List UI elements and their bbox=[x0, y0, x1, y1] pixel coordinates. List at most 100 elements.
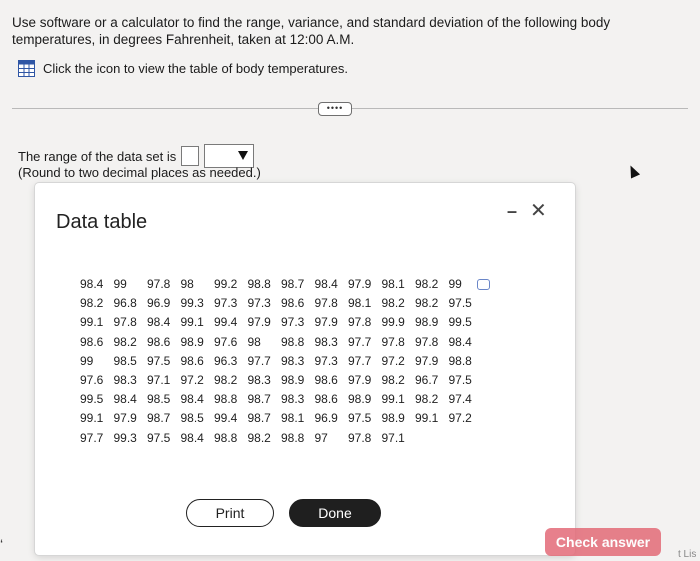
table-cell: 98.6 bbox=[314, 392, 338, 407]
data-table-prompt: Click the icon to view the table of body… bbox=[18, 60, 348, 77]
expand-button[interactable]: •••• bbox=[318, 102, 352, 116]
table-cell: 98.5 bbox=[180, 411, 204, 426]
table-cell: 98.4 bbox=[448, 334, 472, 349]
table-cell: 97.6 bbox=[214, 334, 238, 349]
table-cell: 98.4 bbox=[80, 277, 104, 291]
table-cell: 99.2 bbox=[214, 277, 238, 291]
question-text: Use software or a calculator to find the… bbox=[12, 15, 611, 47]
table-cell: 97.7 bbox=[80, 430, 104, 445]
table-cell: 97.8 bbox=[415, 334, 439, 349]
table-cell: 97.7 bbox=[247, 353, 271, 368]
table-cell: 96.7 bbox=[415, 373, 439, 388]
table-cell: 98.2 bbox=[415, 296, 439, 311]
table-cell: 99.4 bbox=[214, 411, 238, 426]
table-cell: 98.9 bbox=[281, 373, 305, 388]
table-cell: 97.1 bbox=[381, 430, 405, 445]
table-cell: 98 bbox=[180, 277, 194, 291]
table-cell: 98.2 bbox=[247, 430, 271, 445]
table-cell: 97.8 bbox=[348, 315, 372, 330]
table-cell: 98.2 bbox=[381, 373, 405, 388]
table-cell: 99.3 bbox=[113, 430, 137, 445]
table-cell: 97.8 bbox=[314, 296, 338, 311]
table-cell: 97.9 bbox=[247, 315, 271, 330]
table-cell: 97.3 bbox=[281, 315, 305, 330]
table-row: 99.1 97.8 98.4 99.1 99.4 97.9 97.3 97.9 97.8 99.9… bbox=[80, 313, 482, 332]
table-cell: 98.8 bbox=[281, 430, 305, 445]
edge-glyph: ‘ bbox=[0, 536, 4, 552]
table-row: 97.7 99.3 97.5 98.4 98.8 98.2 98.8 97 97.8 97.1 bbox=[80, 429, 482, 448]
table-cell: 98.7 bbox=[247, 411, 271, 426]
table-cell: 98.9 bbox=[381, 411, 405, 426]
table-cell: 97.8 bbox=[348, 430, 372, 445]
table-cell: 99.1 bbox=[180, 315, 204, 330]
table-cell: 99.9 bbox=[381, 315, 405, 330]
table-cell: 98.6 bbox=[180, 353, 204, 368]
table-row: 99.1 97.9 98.7 98.5 99.4 98.7 98.1 96.9 97.5 98.9… bbox=[80, 409, 482, 428]
minimize-icon[interactable]: – bbox=[507, 201, 517, 222]
table-cell: 97.3 bbox=[314, 353, 338, 368]
table-cell: 98.7 bbox=[147, 411, 171, 426]
table-cell: 98.7 bbox=[281, 277, 305, 291]
table-cell: 97.7 bbox=[348, 334, 372, 349]
chevron-down-icon bbox=[238, 151, 249, 160]
table-cell: 96.8 bbox=[113, 296, 137, 311]
table-icon[interactable] bbox=[18, 60, 35, 77]
table-cell: 98.6 bbox=[314, 373, 338, 388]
table-cell: 97.9 bbox=[348, 373, 372, 388]
table-cell: 98.2 bbox=[80, 296, 104, 311]
print-button[interactable]: Print bbox=[186, 499, 274, 527]
icon-prompt-text: Click the icon to view the table of body… bbox=[43, 61, 348, 76]
table-row: 98.6 98.2 98.6 98.9 97.6 98 98.8 98.3 97.7 97.8 97… bbox=[80, 333, 482, 352]
temperature-table: 98.4 99 97.8 98 99.2 98.8 98.7 98.4 97.9 98.1 98.2… bbox=[80, 275, 482, 448]
table-row: 99 98.5 97.5 98.6 96.3 97.7 98.3 97.3 97.7 97.2 97… bbox=[80, 352, 482, 371]
done-button[interactable]: Done bbox=[289, 499, 381, 527]
table-cell: 97.2 bbox=[381, 353, 405, 368]
table-row: 97.6 98.3 97.1 97.2 98.2 98.3 98.9 98.6 97.9 98.2… bbox=[80, 371, 482, 390]
table-cell: 99 bbox=[113, 277, 127, 291]
table-cell: 97.5 bbox=[448, 373, 472, 388]
table-cell: 97.3 bbox=[214, 296, 238, 311]
table-cell: 98.4 bbox=[147, 315, 171, 330]
table-cell: 97.5 bbox=[348, 411, 372, 426]
table-row: 98.4 99 97.8 98 99.2 98.8 98.7 98.4 97.9 98.1 98.2… bbox=[80, 275, 482, 294]
rounding-note: (Round to two decimal places as needed.) bbox=[18, 165, 261, 180]
table-cell: 98.4 bbox=[314, 277, 338, 291]
table-cell: 98.3 bbox=[281, 392, 305, 407]
table-cell: 97.8 bbox=[381, 334, 405, 349]
table-cell: 98.8 bbox=[214, 392, 238, 407]
table-cell: 97.5 bbox=[147, 353, 171, 368]
table-cell: 98.1 bbox=[381, 277, 405, 291]
table-cell: 97.4 bbox=[448, 392, 472, 407]
table-cell: 98.5 bbox=[113, 353, 137, 368]
table-cell: 98.5 bbox=[147, 392, 171, 407]
table-cell: 99.5 bbox=[80, 392, 104, 407]
table-cell: 97.9 bbox=[314, 315, 338, 330]
range-input[interactable] bbox=[181, 146, 200, 166]
table-cell: 97.1 bbox=[147, 373, 171, 388]
modal-title: Data table bbox=[56, 211, 148, 233]
table-cell: 98.8 bbox=[448, 353, 472, 368]
table-cell: 98.2 bbox=[214, 373, 238, 388]
data-table-modal: Data table – ✕ 98.4 99 97.8 98 99.2 98.8 98.7 9… bbox=[35, 183, 575, 555]
table-cell: 97.7 bbox=[348, 353, 372, 368]
table-cell: 99.1 bbox=[80, 315, 104, 330]
table-cell: 96.3 bbox=[214, 353, 238, 368]
table-cell: 96.9 bbox=[314, 411, 338, 426]
table-cell: 97 bbox=[314, 430, 328, 445]
table-cell: 97.8 bbox=[147, 277, 171, 291]
table-cell: 98.6 bbox=[147, 334, 171, 349]
table-cell: 98.8 bbox=[247, 277, 271, 291]
table-cell: 98.4 bbox=[180, 392, 204, 407]
table-cell: 98.7 bbox=[247, 392, 271, 407]
copy-icon[interactable] bbox=[477, 279, 490, 290]
answer-prompt: The range of the data set is bbox=[18, 148, 177, 164]
mouse-cursor-icon bbox=[625, 163, 641, 179]
table-cell: 98.4 bbox=[113, 392, 137, 407]
table-cell: 98.8 bbox=[281, 334, 305, 349]
close-icon[interactable]: ✕ bbox=[530, 198, 547, 223]
table-cell: 99.5 bbox=[448, 315, 472, 330]
table-cell: 97.9 bbox=[113, 411, 137, 426]
table-cell: 97.8 bbox=[113, 315, 137, 330]
table-row: 99.5 98.4 98.5 98.4 98.8 98.7 98.3 98.6 98.9 99.1… bbox=[80, 390, 482, 409]
check-answer-button[interactable]: Check answer bbox=[545, 528, 661, 556]
